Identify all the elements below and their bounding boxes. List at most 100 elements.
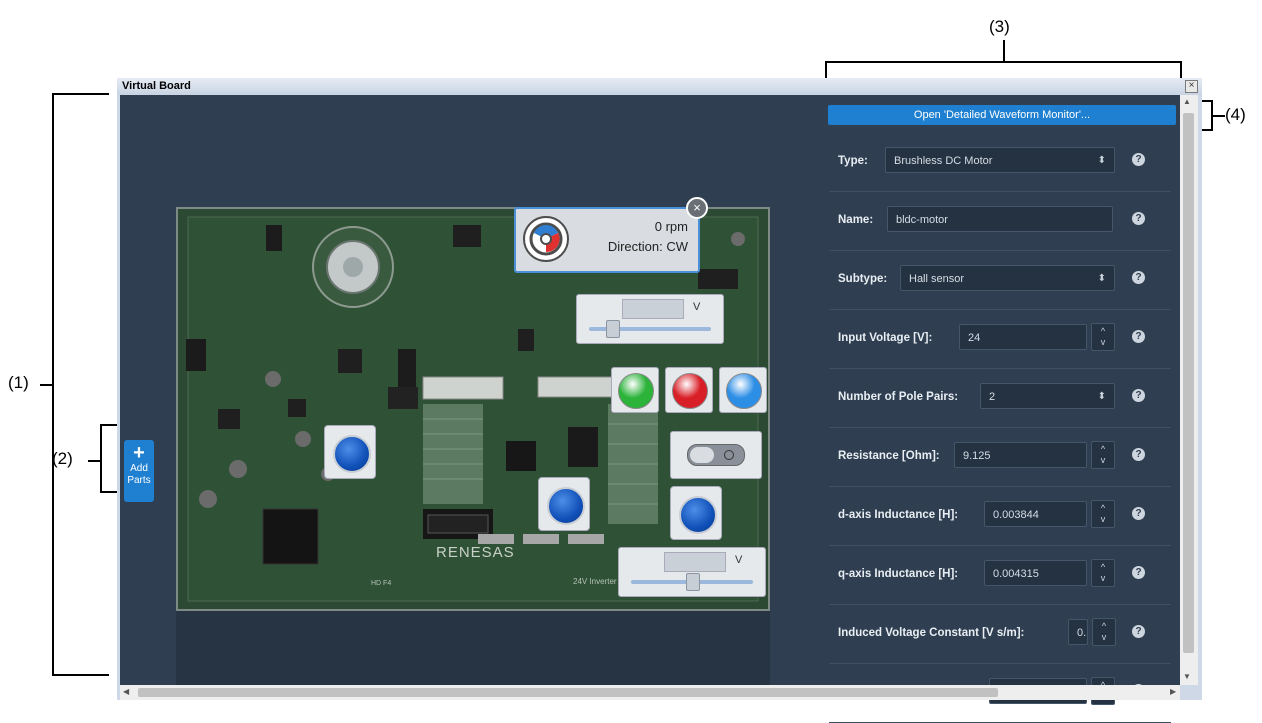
push-button-1[interactable] — [324, 425, 376, 479]
annotation-label-4: (4) — [1225, 105, 1246, 124]
horizontal-scrollbar[interactable]: ◀ ▶ — [120, 685, 1180, 700]
property-row: Name: bldc-motor? — [829, 192, 1171, 251]
help-icon[interactable]: ? — [1132, 212, 1145, 225]
toggle-switch-thumb[interactable] — [690, 447, 714, 463]
property-row: Number of Pole Pairs: 2 ⬍? — [829, 369, 1171, 428]
motor-widget-close-button[interactable]: × — [686, 197, 708, 219]
spinner-down-icon[interactable]: v — [1092, 337, 1114, 350]
property-label: d-axis Inductance [H]: — [838, 509, 959, 521]
property-row: d-axis Inductance [H]: 0.003844 ^ v? — [829, 487, 1171, 546]
voltage-slider-knob-2[interactable] — [686, 573, 700, 591]
window-title: Virtual Board — [122, 80, 191, 92]
property-panel: Open 'Detailed Waveform Monitor'... Type… — [820, 95, 1180, 723]
scroll-down-arrow-icon[interactable]: ▼ — [1183, 672, 1191, 681]
scroll-left-arrow-icon[interactable]: ◀ — [123, 687, 129, 696]
help-icon[interactable]: ? — [1132, 330, 1145, 343]
board-canvas: + Add Parts RENESAS 24V Inverter HD F4 0… — [120, 95, 820, 686]
bracket-3-tick — [1003, 40, 1005, 62]
spinner-down-icon[interactable]: v — [1092, 573, 1114, 586]
led-blue-bulb — [726, 373, 762, 409]
bracket-3-right — [1180, 61, 1182, 78]
add-parts-label-line2: Parts — [127, 475, 151, 486]
spinner-buttons[interactable]: ^v — [1091, 559, 1115, 587]
led-green-bulb — [618, 373, 654, 409]
spinner-up-icon[interactable]: ^ — [1092, 442, 1114, 455]
spinner-down-icon[interactable]: v — [1092, 514, 1114, 527]
voltage-value-field[interactable] — [622, 299, 684, 319]
push-button-3-cap[interactable] — [679, 496, 717, 534]
bracket-2-bottom — [100, 491, 117, 493]
push-button-3[interactable] — [670, 486, 722, 540]
property-number-input[interactable]: 0.003844 — [984, 501, 1087, 527]
bracket-2-vertical — [100, 424, 102, 493]
add-parts-button[interactable]: + Add Parts — [124, 440, 154, 502]
toggle-switch-widget[interactable] — [670, 431, 762, 479]
help-icon[interactable]: ? — [1132, 448, 1145, 461]
plus-icon: + — [133, 442, 145, 464]
add-parts-label-line1: Add — [130, 463, 148, 474]
voltage-value-field-2[interactable] — [664, 552, 726, 572]
property-number-input[interactable]: 9.125 — [954, 442, 1087, 468]
spinner-buttons[interactable]: ^v — [1091, 441, 1115, 469]
property-select[interactable]: Brushless DC Motor ⬍ — [885, 147, 1115, 173]
spinner-up-icon[interactable]: ^ — [1092, 501, 1114, 514]
bracket-1-bottom — [52, 674, 109, 676]
board-shadow-area — [176, 611, 770, 686]
help-icon[interactable]: ? — [1132, 625, 1145, 638]
scroll-right-arrow-icon[interactable]: ▶ — [1170, 687, 1176, 696]
toggle-switch-track[interactable] — [687, 444, 745, 466]
spinner-buttons[interactable]: ^v — [1092, 618, 1116, 646]
property-select[interactable]: Hall sensor ⬍ — [900, 265, 1115, 291]
spinner-up-icon[interactable]: ^ — [1092, 324, 1114, 337]
open-waveform-monitor-button[interactable]: Open 'Detailed Waveform Monitor'... — [828, 105, 1176, 125]
spinner-buttons[interactable]: ^v — [1091, 500, 1115, 528]
annotation-label-2: (2) — [52, 449, 73, 468]
property-value: 0.004315 — [993, 568, 1039, 580]
motor-speed: 0 rpm — [654, 219, 688, 234]
property-number-input[interactable]: 0. — [1068, 619, 1088, 645]
motor-icon — [523, 216, 569, 262]
window-close-button[interactable]: × — [1185, 80, 1198, 93]
spinner-down-icon[interactable]: v — [1093, 632, 1115, 645]
spinner-up-icon[interactable]: ^ — [1093, 619, 1115, 632]
select-arrows-icon: ⬍ — [1097, 155, 1106, 166]
voltage-slider-knob[interactable] — [605, 320, 620, 338]
property-row: Input Voltage [V]: 24 ^ v? — [829, 310, 1171, 369]
voltage-slider-widget-2[interactable]: V — [618, 547, 766, 597]
board-brand-text: RENESAS — [436, 544, 515, 561]
push-button-1-cap[interactable] — [333, 435, 371, 473]
spinner-up-icon[interactable]: ^ — [1092, 560, 1114, 573]
annotation-label-1: (1) — [8, 373, 29, 392]
property-text-input[interactable]: bldc-motor — [887, 206, 1113, 232]
property-number-input[interactable]: 0.004315 — [984, 560, 1087, 586]
vertical-scroll-thumb[interactable] — [1183, 113, 1194, 653]
property-row: Subtype: Hall sensor ⬍? — [829, 251, 1171, 310]
property-row: Resistance [Ohm]: 9.125 ^ v? — [829, 428, 1171, 487]
property-label: Input Voltage [V]: — [838, 332, 933, 344]
help-icon[interactable]: ? — [1132, 389, 1145, 402]
property-value: Hall sensor — [909, 273, 965, 285]
horizontal-scroll-thumb[interactable] — [138, 688, 998, 697]
property-value: 24 — [968, 332, 981, 344]
property-label: Subtype: — [838, 273, 888, 285]
help-icon[interactable]: ? — [1132, 271, 1145, 284]
property-label: Name: — [838, 214, 874, 226]
property-select[interactable]: 2 ⬍ — [980, 383, 1115, 409]
led-green — [611, 367, 659, 413]
help-icon[interactable]: ? — [1132, 507, 1145, 520]
push-button-2-cap[interactable] — [547, 487, 585, 525]
help-icon[interactable]: ? — [1132, 566, 1145, 579]
push-button-2[interactable] — [538, 477, 590, 531]
spinner-down-icon[interactable]: v — [1092, 455, 1114, 468]
vertical-scrollbar[interactable]: ▲ ▼ — [1180, 95, 1198, 685]
scroll-up-arrow-icon[interactable]: ▲ — [1183, 97, 1191, 106]
property-label: Induced Voltage Constant [V s/m]: — [838, 627, 1025, 639]
bracket-2-top — [100, 424, 117, 426]
bracket-2-tick — [88, 460, 102, 462]
property-number-input[interactable]: 24 — [959, 324, 1087, 350]
help-icon[interactable]: ? — [1132, 153, 1145, 166]
spinner-buttons[interactable]: ^v — [1091, 323, 1115, 351]
voltage-unit-label-2: V — [735, 554, 743, 566]
voltage-slider-widget[interactable]: V — [576, 294, 724, 344]
motor-widget[interactable]: 0 rpm Direction: CW × — [514, 197, 708, 273]
